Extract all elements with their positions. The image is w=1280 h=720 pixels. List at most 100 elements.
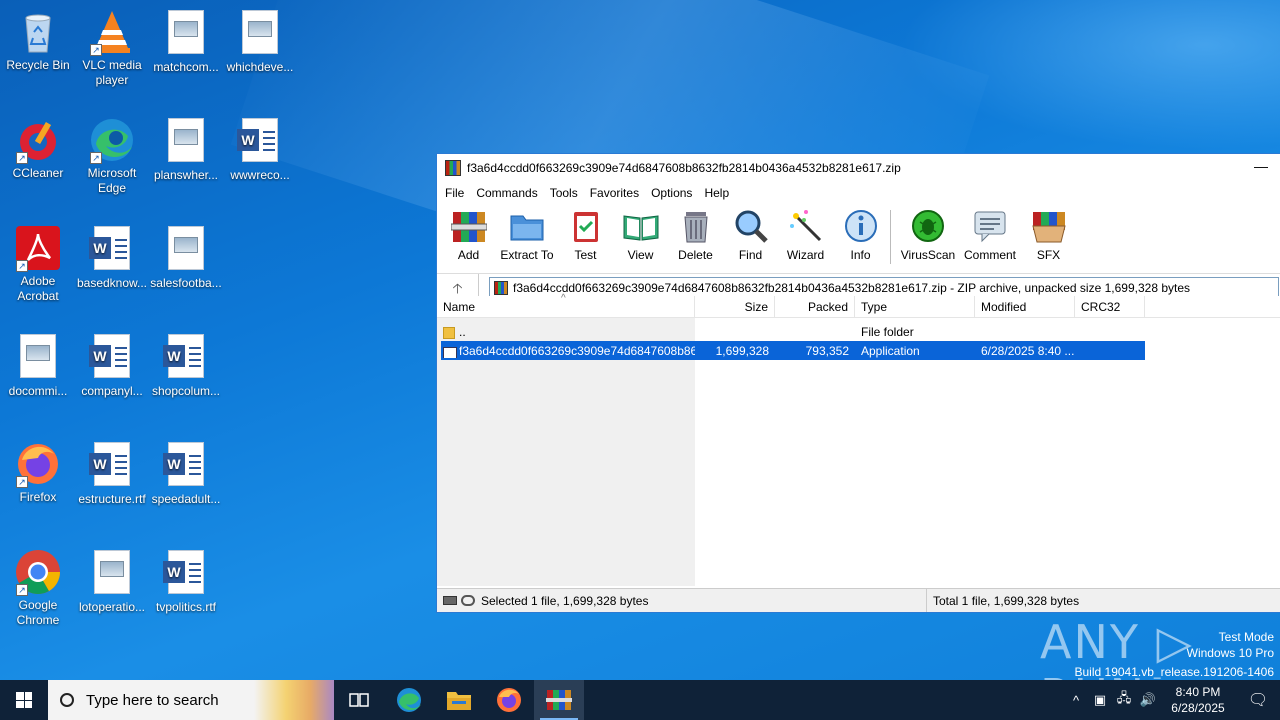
add-button[interactable]: Add [441, 204, 496, 262]
desktop-icon-vlc[interactable]: ↗ VLC media player [74, 8, 150, 88]
column-packed-label: Packed [807, 300, 848, 314]
desktop-icon-adobe-acrobat[interactable]: ↗ Adobe Acrobat [0, 224, 76, 304]
view-button[interactable]: View [613, 204, 668, 262]
menu-tools[interactable]: Tools [544, 186, 584, 200]
task-view-button[interactable] [334, 680, 384, 720]
extract-to-label: Extract To [500, 248, 554, 262]
shortcut-arrow-icon: ↗ [16, 260, 28, 272]
desktop-icon-microsoft-edge[interactable]: ↗ Microsoft Edge [74, 116, 150, 196]
desktop-icon-lotoperatio[interactable]: lotoperatio... [74, 548, 150, 615]
column-name[interactable]: Name ^ [437, 293, 695, 317]
desktop-icon-planswher[interactable]: planswher... [148, 116, 224, 183]
word-doc-icon: W [236, 118, 284, 166]
shortcut-arrow-icon: ↗ [16, 584, 28, 596]
taskbar-edge[interactable] [384, 680, 434, 720]
column-packed[interactable]: Packed [775, 296, 855, 317]
taskbar-search-box[interactable]: Type here to search [48, 680, 334, 720]
acrobat-icon: ↗ [14, 224, 62, 272]
find-label: Find [738, 248, 763, 262]
sfx-box-icon [1031, 208, 1067, 244]
menu-bar: File Commands Tools Favorites Options He… [437, 182, 1280, 204]
desktop-icon-matchcom[interactable]: matchcom... [148, 8, 224, 75]
system-tray: ^ ▣ 🖧 🔊 8:40 PM 6/28/2025 🗨 [1064, 680, 1280, 720]
menu-favorites[interactable]: Favorites [584, 186, 645, 200]
desktop-icon-wwwreco[interactable]: W wwwreco... [222, 116, 298, 183]
network-icon[interactable]: 🖧 [1112, 689, 1136, 711]
column-header: Name ^ Size Packed Type Modified CRC32 [437, 293, 1280, 318]
desktop-icon-recycle-bin[interactable]: Recycle Bin [0, 8, 76, 73]
taskbar-firefox[interactable] [484, 680, 534, 720]
word-doc-icon: W [162, 334, 210, 382]
desktop-icon-basedknow[interactable]: W basedknow... [74, 224, 150, 291]
shortcut-arrow-icon: ↗ [90, 152, 102, 164]
word-doc-icon: W [88, 226, 136, 274]
column-crc32-label: CRC32 [1081, 300, 1121, 314]
sort-ascending-icon: ^ [561, 293, 566, 304]
winrar-window: f3a6d4ccdd0f663269c3909e74d6847608b8632f… [436, 153, 1280, 613]
table-row-parent-folder[interactable]: .. File folder [441, 322, 1145, 341]
table-row-selected-file[interactable]: f3a6d4ccdd0f663269c3909e74d6847608b86...… [441, 341, 1145, 360]
status-bar: Selected 1 file, 1,699,328 bytes Total 1… [437, 588, 1280, 612]
desktop-icon-companyl[interactable]: W companyl... [74, 332, 150, 399]
delete-button[interactable]: Delete [668, 204, 723, 262]
menu-options[interactable]: Options [645, 186, 698, 200]
test-button[interactable]: Test [558, 204, 613, 262]
desktop-icon-whichdeve[interactable]: whichdeve... [222, 8, 298, 75]
menu-file[interactable]: File [439, 186, 470, 200]
archive-path-text: f3a6d4ccdd0f663269c3909e74d6847608b8632f… [513, 280, 1191, 295]
volume-icon[interactable]: 🔊 [1136, 692, 1160, 708]
zip-archive-icon [494, 280, 508, 295]
taskbar-file-explorer[interactable] [434, 680, 484, 720]
search-icon [60, 693, 74, 707]
word-doc-icon: W [88, 334, 136, 382]
vlc-icon: ↗ [88, 8, 136, 56]
desktop-icon-salesfootba[interactable]: salesfootba... [148, 224, 224, 291]
clock[interactable]: 8:40 PM 6/28/2025 [1160, 684, 1236, 716]
firefox-icon: ↗ [14, 440, 62, 488]
minimize-button[interactable]: — [1251, 158, 1271, 174]
column-type[interactable]: Type [855, 296, 975, 317]
search-highlight-image [254, 680, 334, 720]
wizard-button[interactable]: Wizard [778, 204, 833, 262]
folder-extract-icon [509, 208, 545, 244]
desktop-icon-google-chrome[interactable]: ↗ Google Chrome [0, 548, 76, 628]
comment-button[interactable]: Comment [959, 204, 1021, 262]
info-button[interactable]: Info [833, 204, 888, 262]
shortcut-arrow-icon: ↗ [16, 152, 28, 164]
extract-to-button[interactable]: Extract To [496, 204, 558, 262]
desktop-icon-docommi[interactable]: docommi... [0, 332, 76, 399]
find-button[interactable]: Find [723, 204, 778, 262]
window-titlebar[interactable]: f3a6d4ccdd0f663269c3909e74d6847608b8632f… [437, 154, 1280, 182]
network-adapter-icon[interactable]: ▣ [1088, 692, 1112, 708]
clipboard-check-icon [568, 208, 604, 244]
status-total: Total 1 file, 1,699,328 bytes [933, 593, 1080, 608]
virusscan-button[interactable]: VirusScan [897, 204, 959, 262]
winrar-app-icon [445, 160, 461, 176]
comment-label: Comment [963, 248, 1016, 262]
sfx-button[interactable]: SFX [1021, 204, 1076, 262]
desktop-icon-firefox[interactable]: ↗ Firefox [0, 440, 76, 505]
image-file-icon [14, 334, 62, 382]
taskbar-winrar[interactable] [534, 680, 584, 720]
desktop-icon-ccleaner[interactable]: ↗ CCleaner [0, 116, 76, 181]
column-crc32[interactable]: CRC32 [1075, 296, 1145, 317]
menu-commands[interactable]: Commands [470, 186, 543, 200]
desktop-icon-shopcolum[interactable]: W shopcolum... [148, 332, 224, 399]
view-label: View [627, 248, 654, 262]
desktop-icon-estructure[interactable]: W estructure.rtf [74, 440, 150, 507]
show-hidden-icons-chevron[interactable]: ^ [1064, 693, 1088, 708]
row-size: 1,699,328 [715, 343, 769, 358]
start-button[interactable] [0, 680, 48, 720]
column-modified[interactable]: Modified [975, 296, 1075, 317]
image-file-icon [236, 10, 284, 58]
notification-center-icon[interactable]: 🗨 [1236, 690, 1280, 710]
row-packed: 793,352 [805, 343, 849, 358]
menu-help[interactable]: Help [698, 186, 735, 200]
firefox-icon [497, 688, 521, 712]
desktop-icon-tvpolitics[interactable]: W tvpolitics.rtf [148, 548, 224, 615]
magnifier-icon [733, 208, 769, 244]
column-size[interactable]: Size [695, 296, 775, 317]
word-doc-icon: W [162, 550, 210, 598]
desktop-icon-speedadult[interactable]: W speedadult... [148, 440, 224, 507]
row-name: f3a6d4ccdd0f663269c3909e74d6847608b86... [459, 343, 695, 358]
